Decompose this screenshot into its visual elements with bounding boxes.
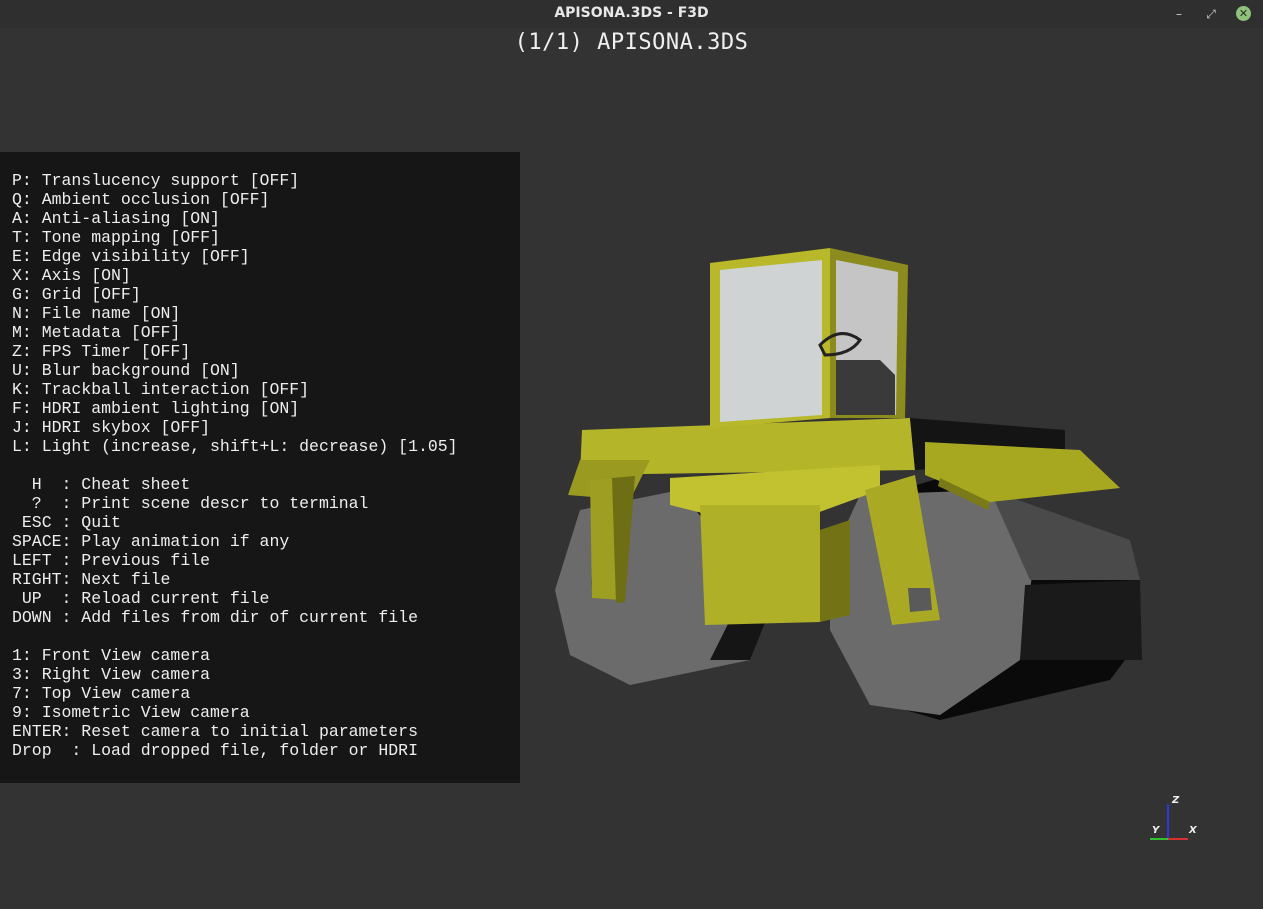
- axis-y-label: Y: [1152, 825, 1160, 836]
- cheat-sheet-line: ENTER: Reset camera to initial parameter…: [12, 722, 418, 741]
- cheat-sheet-line: M: Metadata [OFF]: [12, 323, 181, 342]
- cheat-sheet-line: F: HDRI ambient lighting [ON]: [12, 399, 300, 418]
- cheat-sheet-line: [12, 456, 458, 475]
- cheat-sheet-line: L: Light (increase, shift+L: decrease) […: [12, 437, 458, 456]
- cheat-sheet-line: A: Anti-aliasing [ON]: [12, 209, 220, 228]
- close-button[interactable]: ✕: [1236, 6, 1251, 21]
- cheat-sheet-line: G: Grid [OFF]: [12, 285, 141, 304]
- cheat-sheet-line: SPACE: Play animation if any: [12, 532, 290, 551]
- cheat-sheet-panel: P: Translucency support [OFF] Q: Ambient …: [0, 152, 520, 783]
- cab: [710, 248, 908, 428]
- title-bar[interactable]: APISONA.3DS - F3D – ⤢ ✕: [0, 0, 1263, 28]
- cheat-sheet-line: RIGHT: Next file: [12, 570, 171, 589]
- window-title: APISONA.3DS - F3D: [554, 5, 709, 21]
- axis-z-label: Z: [1172, 795, 1180, 806]
- cheat-sheet-line: 9: Isometric View camera: [12, 703, 250, 722]
- axis-x-label: X: [1189, 825, 1197, 836]
- cheat-sheet-line: Z: FPS Timer [OFF]: [12, 342, 191, 361]
- cheat-sheet-line: N: File name [ON]: [12, 304, 181, 323]
- minimize-button[interactable]: –: [1170, 5, 1188, 23]
- file-name-label: (1/1) APISONA.3DS: [514, 30, 749, 55]
- cheat-sheet-line: 3: Right View camera: [12, 665, 211, 684]
- cheat-sheet-line: UP : Reload current file: [12, 589, 270, 608]
- cheat-sheet-line: Drop : Load dropped file, folder or HDRI: [12, 741, 418, 760]
- cheat-sheet-line: LEFT : Previous file: [12, 551, 211, 570]
- cheat-sheet-line: ESC : Quit: [12, 513, 121, 532]
- cheat-sheet-line: DOWN : Add files from dir of current fil…: [12, 608, 418, 627]
- cheat-sheet-line: T: Tone mapping [OFF]: [12, 228, 220, 247]
- cheat-sheet-line: 7: Top View camera: [12, 684, 191, 703]
- cheat-sheet-line: [12, 627, 458, 646]
- cheat-sheet-line: E: Edge visibility [OFF]: [12, 247, 250, 266]
- cheat-sheet-line: U: Blur background [ON]: [12, 361, 240, 380]
- cheat-sheet-line: Q: Ambient occlusion [OFF]: [12, 190, 270, 209]
- cheat-sheet-line: P: Translucency support [OFF]: [12, 171, 300, 190]
- cheat-sheet-line: X: Axis [ON]: [12, 266, 131, 285]
- cheat-sheet-line: K: Trackball interaction [OFF]: [12, 380, 310, 399]
- axis-widget: Z Y X: [1138, 792, 1208, 852]
- maximize-button[interactable]: ⤢: [1202, 5, 1220, 23]
- cheat-sheet-lines: P: Translucency support [OFF] Q: Ambient …: [12, 171, 458, 760]
- model-viewport[interactable]: [520, 160, 1240, 760]
- cheat-sheet-line: ? : Print scene descr to terminal: [12, 494, 369, 513]
- cheat-sheet-line: H : Cheat sheet: [12, 475, 191, 494]
- cheat-sheet-line: J: HDRI skybox [OFF]: [12, 418, 211, 437]
- cheat-sheet-line: 1: Front View camera: [12, 646, 211, 665]
